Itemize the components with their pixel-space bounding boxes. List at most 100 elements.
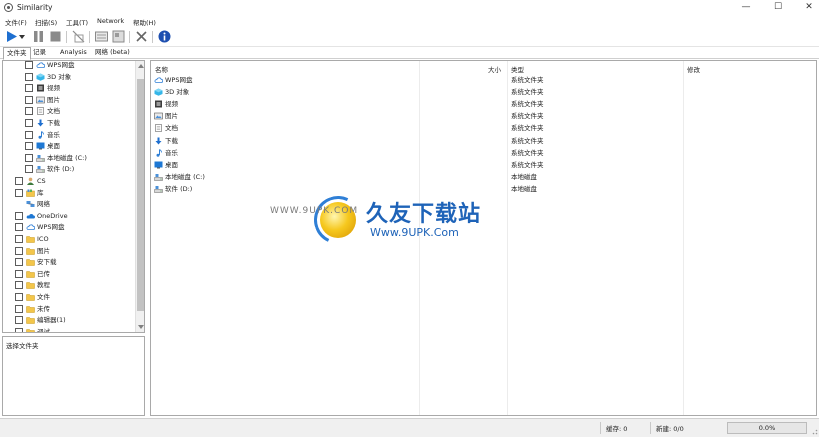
folder-icon bbox=[26, 247, 35, 255]
tab-history[interactable]: 记录 bbox=[30, 47, 49, 59]
tree-item-checkbox[interactable] bbox=[15, 246, 23, 255]
folder-icon bbox=[26, 258, 35, 266]
tree-item-label: OneDrive bbox=[37, 211, 68, 220]
menu-network[interactable]: Network bbox=[97, 17, 124, 25]
tree-item-checkbox[interactable] bbox=[15, 281, 23, 290]
drive-icon bbox=[154, 185, 163, 193]
tree-item-checkbox[interactable] bbox=[25, 119, 33, 127]
list-item[interactable]: WPS网盘 系统文件夹 bbox=[151, 74, 816, 86]
menu-scan[interactable]: 扫描(S) bbox=[35, 17, 57, 27]
info-icon[interactable] bbox=[158, 30, 171, 43]
tree-item-checkbox[interactable] bbox=[25, 72, 33, 81]
library-icon bbox=[26, 189, 35, 197]
list-item[interactable]: 本地磁盘 (C:) 本地磁盘 bbox=[151, 171, 816, 183]
tools-icon[interactable] bbox=[135, 30, 148, 43]
tree-item-checkbox[interactable] bbox=[15, 235, 23, 243]
tree-item-checkbox[interactable] bbox=[25, 153, 33, 162]
folder-icon bbox=[26, 235, 35, 243]
tree-item-checkbox[interactable] bbox=[15, 223, 23, 232]
menu-file[interactable]: 文件(F) bbox=[5, 17, 27, 27]
tree-item-checkbox[interactable] bbox=[15, 188, 23, 197]
play-icon[interactable] bbox=[5, 30, 18, 43]
list-item[interactable]: 图片 系统文件夹 bbox=[151, 110, 816, 122]
list-item[interactable]: 下载 系统文件夹 bbox=[151, 135, 816, 147]
toolbar-separator bbox=[152, 31, 153, 43]
list-item[interactable]: 3D 对象 系统文件夹 bbox=[151, 86, 816, 98]
tree-item-checkbox[interactable] bbox=[15, 177, 23, 185]
list-item-type: 系统文件夹 bbox=[511, 112, 544, 121]
clear-icon[interactable] bbox=[72, 30, 85, 43]
tree-item-checkbox[interactable] bbox=[25, 165, 33, 174]
menu-tools[interactable]: 工具(T) bbox=[66, 17, 88, 27]
list-item-type: 系统文件夹 bbox=[511, 160, 544, 169]
tree-item-checkbox[interactable] bbox=[15, 304, 23, 313]
list-item-name: 下载 bbox=[165, 136, 178, 145]
tree-item-checkbox[interactable] bbox=[15, 316, 23, 325]
folder-icon bbox=[26, 328, 35, 332]
onedrive-icon bbox=[26, 212, 35, 220]
list-item-name: 桌面 bbox=[165, 160, 178, 169]
scrollbar-thumb[interactable] bbox=[137, 79, 144, 311]
folder-icon bbox=[26, 270, 35, 278]
tab-analysis[interactable]: Analysis bbox=[57, 47, 90, 59]
folder-icon bbox=[26, 305, 35, 313]
tree-item-checkbox[interactable] bbox=[25, 142, 33, 151]
minimize-button[interactable]: — bbox=[731, 0, 761, 15]
tree-item-checkbox[interactable] bbox=[15, 327, 23, 332]
tree-item-label: 图片 bbox=[37, 246, 50, 255]
tree-item-checkbox[interactable] bbox=[25, 84, 33, 93]
watermark-brand: 久友下载站 bbox=[366, 202, 482, 227]
column-header-modified[interactable]: 修改 bbox=[687, 64, 700, 74]
folder-tree[interactable]: WPS网盘 3D 对象 视频 图片 文档 下载 音乐 桌面 本地磁盘 (C:) 软件 (D:) CS… bbox=[2, 60, 145, 333]
export-icon[interactable] bbox=[112, 30, 125, 43]
tree-item-label: 桌面 bbox=[47, 142, 60, 151]
scroll-up-icon[interactable] bbox=[138, 64, 144, 68]
documents-icon bbox=[154, 124, 163, 133]
menu-help[interactable]: 帮助(H) bbox=[133, 17, 156, 27]
tree-item-checkbox[interactable] bbox=[15, 293, 23, 301]
resize-grip-icon[interactable] bbox=[810, 427, 818, 435]
window-title: Similarity bbox=[17, 3, 53, 12]
tree-item-label: 库 bbox=[37, 188, 44, 197]
list-item-name: 图片 bbox=[165, 112, 178, 121]
column-header-size[interactable]: 大小 bbox=[488, 64, 501, 74]
desktop-icon bbox=[36, 142, 45, 150]
drive-icon bbox=[36, 154, 45, 162]
folder-icon bbox=[26, 293, 35, 301]
desktop-icon bbox=[154, 161, 163, 169]
pause-icon[interactable] bbox=[32, 30, 45, 43]
maximize-button[interactable]: ☐ bbox=[763, 0, 793, 15]
tree-item-checkbox[interactable] bbox=[25, 61, 33, 69]
tree-item-checkbox[interactable] bbox=[15, 258, 23, 267]
list-item[interactable]: 桌面 系统文件夹 bbox=[151, 159, 816, 171]
tree-item-checkbox[interactable] bbox=[15, 269, 23, 278]
list-item-type: 本地磁盘 bbox=[511, 172, 537, 181]
toolbar-separator bbox=[89, 31, 90, 43]
scroll-down-icon[interactable] bbox=[138, 325, 144, 329]
dropdown-arrow-icon[interactable] bbox=[18, 30, 26, 43]
tree-item-checkbox[interactable] bbox=[15, 211, 23, 220]
list-item-name: 音乐 bbox=[165, 148, 178, 157]
list-item-name: WPS网盘 bbox=[165, 76, 193, 84]
tree-scrollbar[interactable] bbox=[135, 61, 144, 332]
tree-item-checkbox[interactable] bbox=[25, 95, 33, 104]
tab-folders[interactable]: 文件夹 bbox=[3, 47, 31, 60]
list-item[interactable]: 音乐 系统文件夹 bbox=[151, 147, 816, 159]
pictures-icon bbox=[154, 112, 163, 120]
list-item[interactable]: 文档 系统文件夹 bbox=[151, 122, 816, 134]
folder-icon bbox=[26, 281, 35, 290]
column-header-type[interactable]: 类型 bbox=[511, 64, 524, 74]
user-icon bbox=[26, 177, 35, 185]
network-icon bbox=[26, 200, 35, 208]
stop-icon[interactable] bbox=[49, 30, 62, 43]
tree-item-checkbox[interactable] bbox=[25, 107, 33, 116]
close-button[interactable]: ✕ bbox=[794, 0, 819, 15]
column-header-name[interactable]: 名称 bbox=[155, 64, 168, 74]
tree-item-label: 未传 bbox=[37, 304, 50, 313]
tree-item-checkbox[interactable] bbox=[25, 130, 33, 139]
tab-network-beta[interactable]: 网络 (beta) bbox=[92, 47, 133, 59]
results-icon[interactable] bbox=[95, 30, 108, 43]
tree-item-label: 3D 对象 bbox=[47, 72, 72, 81]
toolbar-separator bbox=[129, 31, 130, 43]
list-item[interactable]: 视频 系统文件夹 bbox=[151, 98, 816, 110]
